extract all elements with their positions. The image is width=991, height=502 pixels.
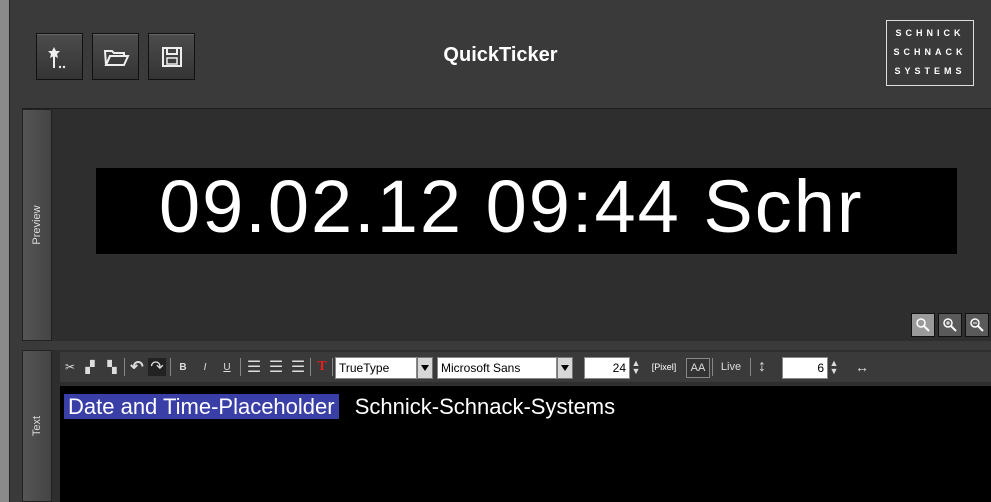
zoom-fit-icon <box>916 318 930 332</box>
letter-spacing-icon[interactable]: ↔ <box>850 358 874 376</box>
chevron-down-icon <box>421 365 429 371</box>
zoom-in-button[interactable] <box>938 313 962 337</box>
company-logo: SCHNICK SCHNACK SYSTEMS <box>886 20 974 86</box>
font-name-select[interactable]: Microsoft Sans <box>437 357 557 379</box>
zoom-out-button[interactable] <box>965 313 989 337</box>
font-size-spinner[interactable]: ▲ ▼ <box>630 358 642 376</box>
toolbar-separator <box>170 358 171 376</box>
tab-text-label: Text <box>31 415 43 437</box>
zoom-fit-button[interactable] <box>911 313 935 337</box>
redo-icon[interactable]: ↷ <box>148 358 166 376</box>
tab-text[interactable]: Text <box>22 350 52 502</box>
underline-button[interactable]: U <box>218 358 236 376</box>
unit-label: [Pixel] <box>651 362 677 372</box>
antialias-button[interactable]: AA <box>686 358 710 378</box>
cut-icon[interactable]: ✂ <box>62 358 78 376</box>
text-panel: Text ✂ ▞ ▚ ↶ ↷ B I U ☰ ☰ ☰ T TrueType Mi… <box>22 350 991 502</box>
spacing-spinner[interactable]: ▲ ▼ <box>828 358 840 376</box>
toolbar-separator <box>310 358 311 376</box>
align-left-icon[interactable]: ☰ <box>244 358 264 376</box>
top-toolbar: QuickTicker SCHNICK SCHNACK SYSTEMS <box>10 0 991 100</box>
preview-panel: Preview 09.02.12 09:44 Schr <box>22 108 991 341</box>
window-left-frame <box>0 0 10 502</box>
chevron-down-icon <box>561 365 569 371</box>
italic-button[interactable]: I <box>196 358 214 376</box>
ticker-preview-display: 09.02.12 09:44 Schr <box>96 168 957 254</box>
align-right-icon[interactable]: ☰ <box>288 358 308 376</box>
ticker-preview-text: 09.02.12 09:44 Schr <box>159 168 864 248</box>
toolbar-separator <box>240 358 241 376</box>
editor-content-text: Schnick-Schnack-Systems <box>354 394 616 419</box>
zoom-out-icon <box>970 318 984 332</box>
toolbar-separator <box>712 358 713 376</box>
text-editor[interactable]: Date and Time-Placeholder Schnick-Schnac… <box>60 386 991 502</box>
spacing-input[interactable]: 6 <box>782 357 828 379</box>
font-name-dropdown-button[interactable] <box>557 357 573 379</box>
font-type-dropdown-button[interactable] <box>417 357 433 379</box>
app-title: QuickTicker <box>443 44 558 66</box>
logo-line-1: SCHNICK <box>895 28 965 38</box>
align-center-icon[interactable]: ☰ <box>266 358 286 376</box>
tab-preview-label: Preview <box>31 205 43 245</box>
toolbar-separator <box>124 358 125 376</box>
text-format-toolbar: ✂ ▞ ▚ ↶ ↷ B I U ☰ ☰ ☰ T TrueType Microso… <box>60 352 991 382</box>
logo-line-2: SCHNACK <box>893 47 967 57</box>
editor-line: Date and Time-Placeholder Schnick-Schnac… <box>64 394 615 420</box>
copy-icon[interactable]: ▞ <box>80 358 100 376</box>
logo-line-3: SYSTEMS <box>894 66 966 76</box>
toolbar-separator <box>750 358 751 376</box>
font-type-select[interactable]: TrueType <box>335 357 417 379</box>
undo-icon[interactable]: ↶ <box>128 358 146 376</box>
bold-button[interactable]: B <box>174 358 192 376</box>
text-color-button[interactable]: T <box>314 358 330 376</box>
live-toggle[interactable]: Live <box>716 358 746 376</box>
date-time-placeholder-token[interactable]: Date and Time-Placeholder <box>64 394 339 419</box>
font-size-input[interactable]: 24 <box>584 357 630 379</box>
line-spacing-icon: ↕ <box>758 358 766 375</box>
toolbar-separator <box>332 358 333 376</box>
tab-preview[interactable]: Preview <box>22 109 52 341</box>
paste-icon[interactable]: ▚ <box>102 358 122 376</box>
zoom-in-icon <box>943 318 957 332</box>
